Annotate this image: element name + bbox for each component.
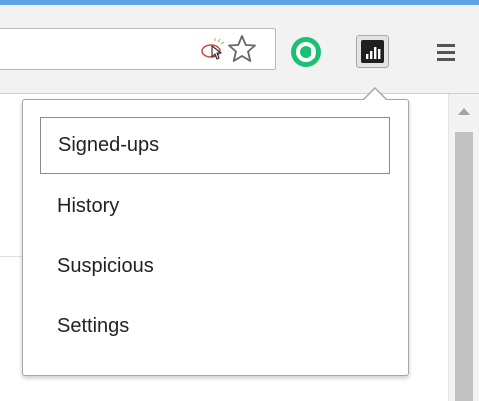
scroll-up-arrow-icon[interactable] — [458, 108, 470, 115]
menu-item-history[interactable]: History — [40, 179, 390, 236]
menu-item-signed-ups[interactable]: Signed-ups — [40, 117, 390, 174]
menu-item-label: Signed-ups — [58, 134, 160, 156]
scrollbar-thumb[interactable] — [455, 132, 473, 401]
bar-chart-icon — [361, 40, 384, 63]
menu-item-settings[interactable]: Settings — [40, 299, 390, 356]
menu-item-suspicious[interactable]: Suspicious — [40, 239, 390, 296]
browser-toolbar — [0, 5, 479, 94]
vertical-scrollbar[interactable] — [448, 94, 479, 401]
menu-item-label: Settings — [57, 315, 130, 337]
bar-chart-extension-button[interactable] — [356, 35, 389, 68]
popup-pointer — [364, 89, 386, 100]
extension-dropdown-menu: Signed-ups History Suspicious Settings — [22, 99, 409, 376]
cast-icon[interactable] — [198, 38, 226, 62]
menu-icon[interactable] — [436, 43, 458, 63]
green-extension-icon[interactable] — [288, 34, 324, 70]
menu-item-label: History — [57, 195, 120, 217]
menu-item-label: Suspicious — [57, 255, 154, 277]
bookmark-star-icon[interactable] — [226, 33, 258, 65]
